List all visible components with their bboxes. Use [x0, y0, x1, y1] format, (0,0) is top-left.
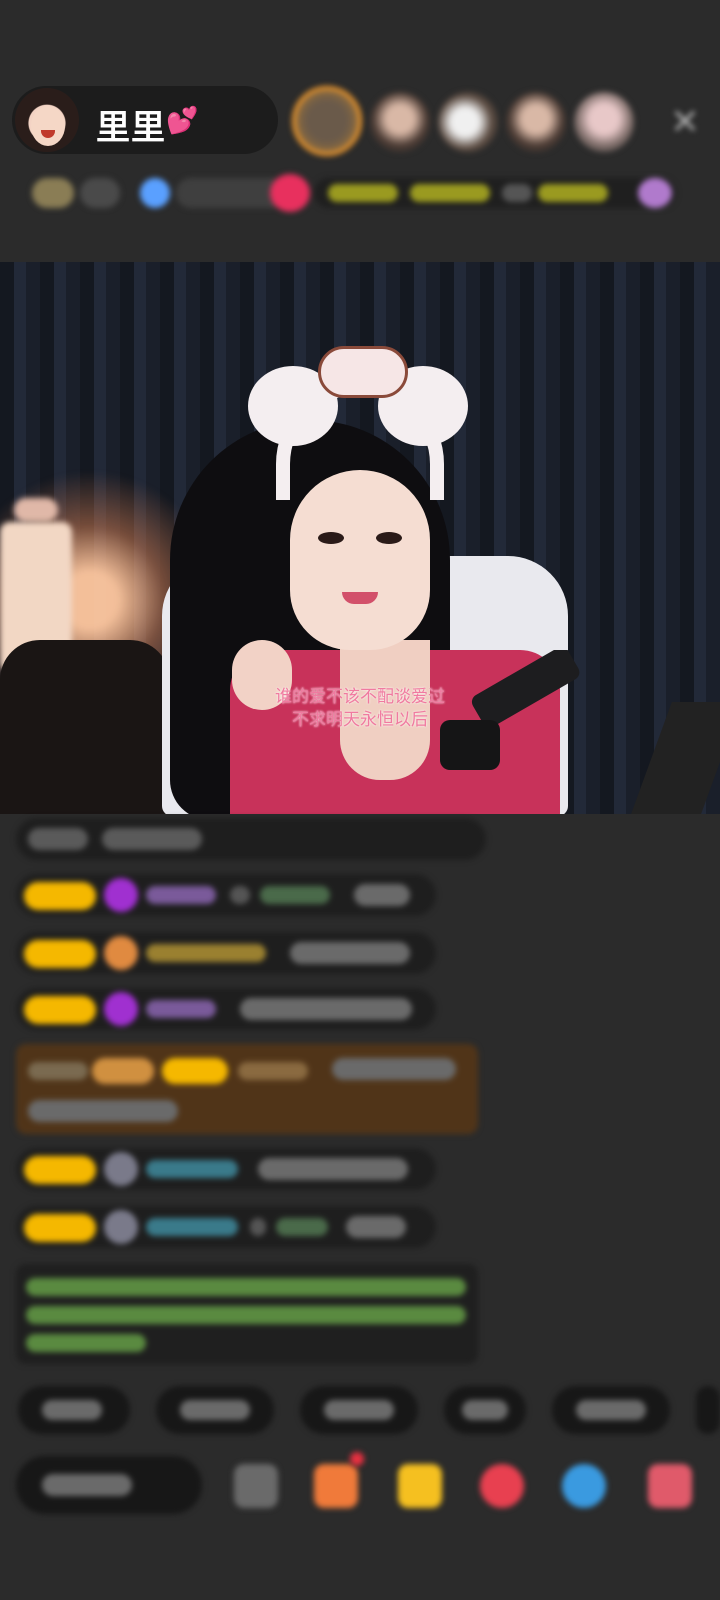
announcement-text	[502, 184, 532, 202]
avatar	[104, 1152, 138, 1186]
gift-icon[interactable]	[140, 178, 170, 208]
live-video[interactable]: 谁的爱不该不配谈爱过 不求明天永恒以后	[0, 262, 720, 814]
lyrics-line-2: 不求明天永恒以后	[292, 710, 428, 730]
rank-badge[interactable]	[32, 178, 74, 208]
heart-emoji-icon: 💕	[166, 106, 200, 136]
level-badge	[24, 1214, 96, 1242]
notification-dot	[350, 1452, 364, 1466]
chip-text	[180, 1400, 250, 1420]
quick-reply-chip[interactable]	[300, 1386, 418, 1434]
chip-text	[462, 1400, 508, 1420]
system-notice	[16, 1264, 478, 1364]
emoji-icon[interactable]	[234, 1464, 278, 1508]
chat-text	[28, 828, 88, 850]
quick-reply-chip[interactable]	[156, 1386, 274, 1434]
quick-reply-chip[interactable]	[18, 1386, 130, 1434]
chat-username[interactable]	[146, 1160, 238, 1178]
chat-username[interactable]	[146, 1000, 216, 1018]
avatar	[104, 936, 138, 970]
chat-username[interactable]	[230, 886, 250, 904]
diamond-icon	[104, 992, 138, 1026]
chat-message[interactable]	[16, 1148, 436, 1190]
host-info-pill[interactable]: 里里💕	[12, 86, 278, 154]
chat-message[interactable]	[16, 988, 436, 1030]
lamp-hand	[14, 498, 58, 522]
gift-box-icon[interactable]	[314, 1464, 358, 1508]
lyrics-subtitle: 谁的爱不该不配谈爱过 不求明天永恒以后	[0, 686, 720, 732]
chat-username[interactable]	[238, 1062, 308, 1080]
notice-text	[26, 1334, 146, 1352]
headband-doll	[318, 346, 408, 398]
notice-text	[26, 1306, 466, 1324]
chat-text	[346, 1216, 406, 1238]
avatar[interactable]	[638, 178, 672, 208]
host-avatar[interactable]	[15, 88, 79, 152]
chat-text	[290, 942, 410, 964]
level-badge	[162, 1058, 228, 1084]
announcement-text	[538, 184, 608, 202]
chat-message[interactable]	[16, 874, 436, 916]
level-badge	[24, 940, 96, 968]
chat-text	[354, 884, 410, 906]
chat-text	[240, 998, 412, 1020]
chat-username[interactable]	[28, 1062, 88, 1080]
quick-reply-bar[interactable]	[18, 1386, 720, 1436]
level-badge	[24, 882, 96, 910]
viewer-avatar[interactable]	[574, 92, 634, 152]
chat-message-highlight[interactable]	[16, 1044, 478, 1134]
chat-text	[332, 1058, 456, 1080]
vip-badge	[92, 1058, 154, 1084]
chat-username[interactable]	[250, 1218, 266, 1236]
viewer-avatar[interactable]	[438, 92, 498, 152]
lyrics-line-1: 谁的爱不该不配谈爱过	[275, 687, 445, 707]
hot-icon[interactable]	[270, 174, 310, 212]
chat-username[interactable]	[146, 944, 266, 962]
rank-label	[80, 178, 120, 208]
more-icon[interactable]	[648, 1464, 692, 1508]
chat-username[interactable]	[146, 886, 216, 904]
viewer-avatar[interactable]	[506, 92, 566, 152]
quick-reply-chip[interactable]	[552, 1386, 670, 1434]
chip-text	[324, 1400, 394, 1420]
game-icon[interactable]	[562, 1464, 606, 1508]
chat-input[interactable]	[16, 1456, 202, 1514]
diamond-icon	[104, 878, 138, 912]
level-badge	[24, 1156, 96, 1184]
chat-text	[28, 1100, 178, 1122]
chat-message[interactable]	[16, 932, 436, 974]
viewer-avatar[interactable]	[370, 92, 430, 152]
announcement-text	[410, 184, 490, 202]
chat-text	[102, 828, 202, 850]
quick-reply-chip[interactable]	[696, 1386, 720, 1434]
live-info-strip[interactable]	[18, 170, 698, 218]
heart-gift-icon[interactable]	[480, 1464, 524, 1508]
chat-input-placeholder	[42, 1474, 132, 1496]
host-name-text: 里里	[96, 108, 166, 148]
chat-username[interactable]	[146, 1218, 238, 1236]
level-badge	[24, 996, 96, 1024]
chat-username[interactable]	[276, 1218, 328, 1236]
chat-message[interactable]	[16, 818, 486, 860]
quick-reply-chip[interactable]	[444, 1386, 526, 1434]
chip-text	[576, 1400, 646, 1420]
avatar	[104, 1210, 138, 1244]
announcement-text	[328, 184, 398, 202]
chat-username[interactable]	[260, 886, 330, 904]
chip-text	[42, 1400, 102, 1420]
chat-message[interactable]	[16, 1206, 436, 1248]
shopping-bag-icon[interactable]	[398, 1464, 442, 1508]
top-viewer-avatar[interactable]	[292, 86, 362, 156]
chat-text	[258, 1158, 408, 1180]
notice-text	[26, 1278, 466, 1296]
host-name: 里里💕	[96, 100, 199, 149]
close-icon[interactable]: ×	[668, 103, 702, 139]
